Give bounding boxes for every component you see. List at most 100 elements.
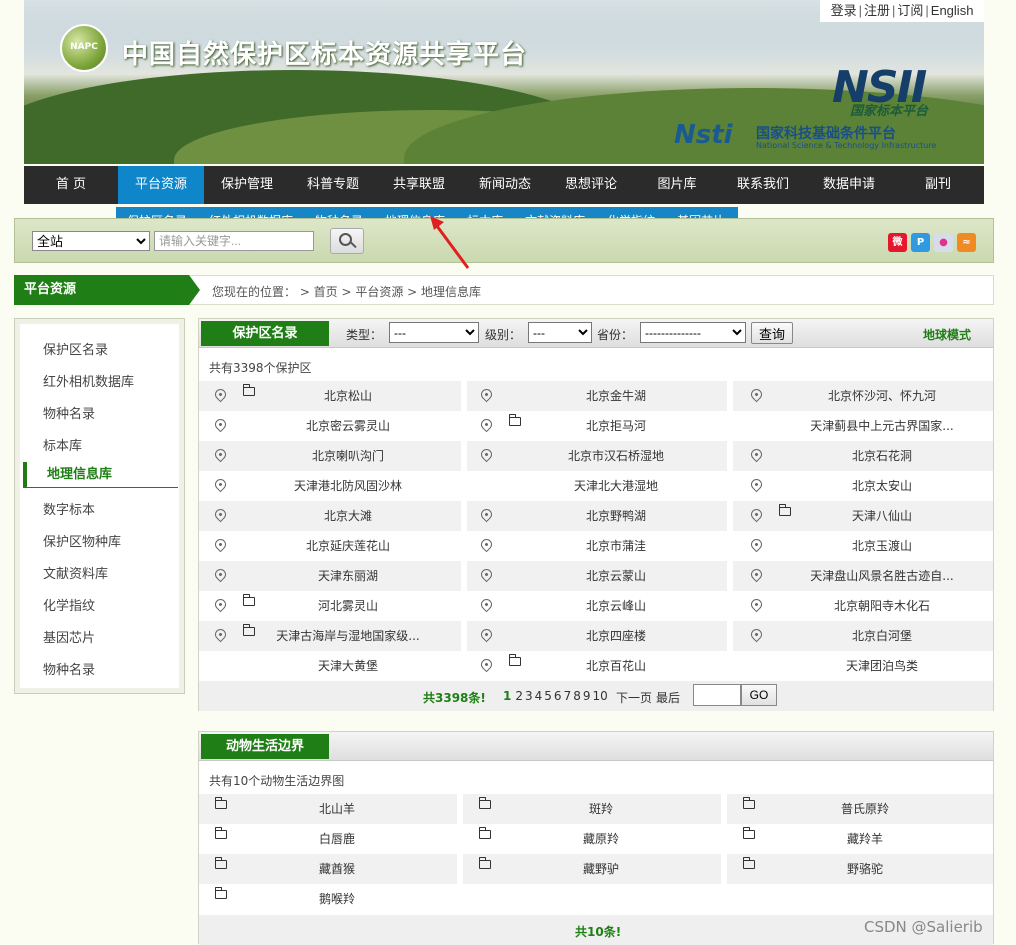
- flickr-icon[interactable]: ●: [934, 233, 953, 252]
- go-button[interactable]: GO: [741, 684, 777, 706]
- list-item[interactable]: 鹅喉羚: [199, 884, 457, 914]
- reserve-name[interactable]: 天津东丽湖: [247, 561, 449, 591]
- map-pin-icon[interactable]: [478, 566, 495, 583]
- login-link[interactable]: 登录: [831, 3, 857, 18]
- list-item[interactable]: 北京金牛湖: [465, 381, 731, 411]
- list-item[interactable]: 天津团泊鸟类: [735, 651, 993, 681]
- list-item[interactable]: 野骆驼: [727, 854, 985, 884]
- page-link-6[interactable]: 6: [554, 689, 562, 703]
- sidebar-item-2[interactable]: 物种名录: [43, 403, 95, 422]
- folder-icon[interactable]: [478, 797, 491, 809]
- reserve-name[interactable]: 北京野鸭湖: [513, 501, 719, 531]
- folder-icon[interactable]: [214, 827, 227, 839]
- query-button[interactable]: 查询: [751, 322, 793, 344]
- folder-icon[interactable]: [742, 857, 755, 869]
- reserve-name[interactable]: 北京延庆莲花山: [247, 531, 449, 561]
- list-item[interactable]: 天津大黄堡: [199, 651, 461, 681]
- list-item[interactable]: 北京四座楼: [465, 621, 731, 651]
- map-pin-icon[interactable]: [212, 446, 229, 463]
- list-item[interactable]: 北京百花山: [465, 651, 731, 681]
- list-item[interactable]: 北京拒马河: [465, 411, 731, 441]
- list-item[interactable]: 北京云蒙山: [465, 561, 731, 591]
- animal-name[interactable]: 白唇鹿: [235, 824, 439, 854]
- sidebar-item-7[interactable]: 文献资料库: [43, 563, 108, 582]
- weibo-icon[interactable]: 微: [888, 233, 907, 252]
- reserve-name[interactable]: 北京密云雾灵山: [247, 411, 449, 441]
- list-item[interactable]: 藏羚羊: [727, 824, 985, 854]
- reserve-name[interactable]: 天津八仙山: [783, 501, 981, 531]
- list-item[interactable]: 北京太安山: [735, 471, 993, 501]
- list-item[interactable]: 斑羚: [463, 794, 721, 824]
- nav-item-1[interactable]: 平台资源: [118, 166, 204, 204]
- sidebar-item-1[interactable]: 红外相机数据库: [43, 371, 134, 390]
- map-pin-icon[interactable]: [748, 596, 765, 613]
- list-item[interactable]: 北京怀沙河、怀九河: [735, 381, 993, 411]
- map-pin-icon[interactable]: [748, 476, 765, 493]
- page-link-9[interactable]: 9: [583, 689, 591, 703]
- reserve-name[interactable]: 北京市蒲洼: [513, 531, 719, 561]
- nav-item-10[interactable]: 副刊: [892, 166, 984, 204]
- folder-icon[interactable]: [742, 827, 755, 839]
- level-select[interactable]: ---: [528, 322, 592, 343]
- map-pin-icon[interactable]: [478, 536, 495, 553]
- type-select[interactable]: ---: [389, 322, 479, 343]
- list-item[interactable]: 河北雾灵山: [199, 591, 461, 621]
- animal-name[interactable]: 斑羚: [499, 794, 703, 824]
- map-pin-icon[interactable]: [212, 596, 229, 613]
- map-pin-icon[interactable]: [212, 416, 229, 433]
- list-item[interactable]: 北京喇叭沟门: [199, 441, 461, 471]
- nav-item-6[interactable]: 思想评论: [548, 166, 634, 204]
- list-item[interactable]: 天津盘山风景名胜古迹自...: [735, 561, 993, 591]
- page-link-1[interactable]: 1: [503, 689, 511, 703]
- list-item[interactable]: 北京延庆莲花山: [199, 531, 461, 561]
- search-button[interactable]: [330, 228, 364, 254]
- animal-name[interactable]: 北山羊: [235, 794, 439, 824]
- reserve-name[interactable]: 北京四座楼: [513, 621, 719, 651]
- list-item[interactable]: 普氏原羚: [727, 794, 985, 824]
- map-pin-icon[interactable]: [748, 566, 765, 583]
- reserve-name[interactable]: 天津团泊鸟类: [783, 651, 981, 681]
- reserve-name[interactable]: 北京朝阳寺木化石: [783, 591, 981, 621]
- nav-item-2[interactable]: 保护管理: [204, 166, 290, 204]
- list-item[interactable]: 天津八仙山: [735, 501, 993, 531]
- napc-logo[interactable]: NAPC: [60, 24, 108, 72]
- list-item[interactable]: 天津港北防风固沙林: [199, 471, 461, 501]
- map-pin-icon[interactable]: [478, 596, 495, 613]
- reserve-name[interactable]: 天津蓟县中上元古界国家...: [783, 411, 981, 441]
- reserve-name[interactable]: 北京白河堡: [783, 621, 981, 651]
- map-pin-icon[interactable]: [212, 476, 229, 493]
- reserves-tab[interactable]: 保护区名录: [201, 321, 329, 346]
- folder-icon[interactable]: [214, 887, 227, 899]
- list-item[interactable]: 北京市汉石桥湿地: [465, 441, 731, 471]
- map-pin-icon[interactable]: [478, 386, 495, 403]
- folder-icon[interactable]: [214, 797, 227, 809]
- reserve-name[interactable]: 北京市汉石桥湿地: [513, 441, 719, 471]
- map-pin-icon[interactable]: [748, 506, 765, 523]
- rss-icon[interactable]: ≈: [957, 233, 976, 252]
- map-pin-icon[interactable]: [478, 446, 495, 463]
- page-link-5[interactable]: 5: [544, 689, 552, 703]
- map-pin-icon[interactable]: [748, 386, 765, 403]
- list-item[interactable]: 天津蓟县中上元古界国家...: [735, 411, 993, 441]
- sidebar-item-4[interactable]: 地理信息库: [23, 462, 178, 488]
- reserve-name[interactable]: 北京百花山: [513, 651, 719, 681]
- list-item[interactable]: 白唇鹿: [199, 824, 457, 854]
- list-item[interactable]: 北京朝阳寺木化石: [735, 591, 993, 621]
- reserve-name[interactable]: 天津盘山风景名胜古迹自...: [783, 561, 981, 591]
- list-item[interactable]: 天津北大港湿地: [465, 471, 731, 501]
- english-link[interactable]: English: [931, 3, 974, 18]
- nav-item-0[interactable]: 首 页: [24, 166, 118, 204]
- search-scope-select[interactable]: 全站: [32, 231, 150, 251]
- province-select[interactable]: --------------: [640, 322, 746, 343]
- folder-icon[interactable]: [478, 857, 491, 869]
- last-page-link[interactable]: 最后: [656, 689, 680, 706]
- map-pin-icon[interactable]: [212, 506, 229, 523]
- animal-tab[interactable]: 动物生活边界: [201, 734, 329, 759]
- nav-item-3[interactable]: 科普专题: [290, 166, 376, 204]
- subscribe-link[interactable]: 订阅: [897, 3, 923, 18]
- animal-name[interactable]: 藏野驴: [499, 854, 703, 884]
- animal-name[interactable]: 藏酋猴: [235, 854, 439, 884]
- sidebar-item-3[interactable]: 标本库: [43, 435, 82, 454]
- sidebar-item-10[interactable]: 物种名录: [43, 659, 95, 678]
- list-item[interactable]: 北京野鸭湖: [465, 501, 731, 531]
